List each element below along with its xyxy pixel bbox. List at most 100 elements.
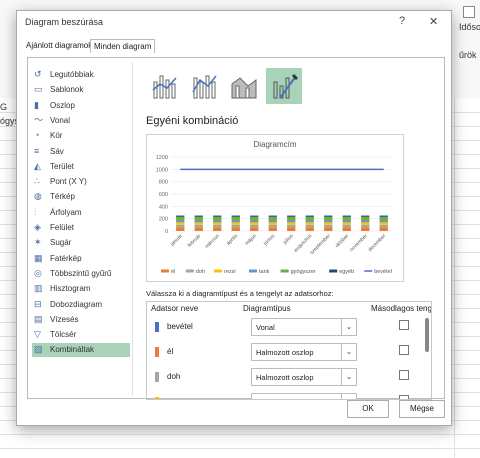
chart-type-item[interactable]: ◎ Többszintű gyűrű xyxy=(32,267,130,281)
boxplot-chart-icon: ⊟ xyxy=(34,298,42,309)
bar-segment xyxy=(268,224,277,228)
chart-type-item[interactable]: ◭ Terület xyxy=(32,160,130,174)
close-button[interactable]: ✕ xyxy=(429,15,438,28)
secondary-axis-checkbox[interactable] xyxy=(399,370,409,380)
secondary-axis-checkbox[interactable] xyxy=(399,320,409,330)
bar-segment xyxy=(361,220,370,223)
legend-marker xyxy=(185,269,194,273)
x-tick-label: november xyxy=(349,233,369,253)
chart-type-item[interactable]: ∴ Pont (X Y) xyxy=(32,175,130,189)
ribbon-timeline-label[interactable]: Idősor xyxy=(459,22,480,32)
y-tick-label: 1200 xyxy=(156,155,168,161)
legend-marker xyxy=(280,269,289,273)
x-tick-label: március xyxy=(204,233,221,250)
ok-button[interactable]: OK xyxy=(347,400,389,418)
chevron-down-icon[interactable]: ⌄ xyxy=(341,369,356,385)
chart-type-dropdown[interactable]: Halmozott oszlop ⌄ xyxy=(251,368,357,386)
bar-segment xyxy=(324,227,333,231)
chart-type-item[interactable]: ▽ Tölcsér xyxy=(32,328,130,342)
column-chart-icon: ▮ xyxy=(34,99,39,110)
area-column-icon xyxy=(231,77,257,99)
chart-type-item[interactable]: ◈ Felület xyxy=(32,221,130,235)
chart-type-label: Vízesés xyxy=(50,314,79,324)
chart-type-item[interactable]: ▮ Oszlop xyxy=(32,99,130,113)
bar-segment xyxy=(231,215,240,217)
pie-chart-icon: ◔ xyxy=(34,130,40,141)
dialog-title: Diagram beszúrása xyxy=(25,17,104,27)
bar-segment xyxy=(194,227,203,231)
chart-type-dropdown[interactable]: Vonal ⌄ xyxy=(251,318,357,336)
chart-type-dropdown[interactable]: Halmozott oszlop ⌄ xyxy=(251,343,357,361)
treemap-chart-icon: ▦ xyxy=(34,252,43,263)
series-table: Adatsor neve Diagramtípus Másodlagos ten… xyxy=(146,301,432,400)
bar-segment xyxy=(361,227,370,231)
chart-type-item[interactable]: ⊟ Dobozdiagram xyxy=(32,298,130,312)
surface-chart-icon: ◈ xyxy=(34,222,41,232)
tab-all-charts[interactable]: Minden diagram xyxy=(90,39,156,53)
bar-segment xyxy=(361,216,370,221)
chart-type-item[interactable]: ↺ Legutóbbiak xyxy=(32,68,130,82)
timeline-icon[interactable] xyxy=(463,6,475,18)
radar-chart-icon: ✶ xyxy=(34,237,42,248)
legend-label: egyéb xyxy=(339,269,354,275)
chevron-down-icon[interactable]: ⌄ xyxy=(341,344,356,360)
chart-type-label: Fatérkép xyxy=(50,253,82,263)
chart-type-label: Legutóbbiak xyxy=(50,70,94,79)
x-tick-label: október xyxy=(334,233,350,249)
legend-label: rezsi xyxy=(224,269,236,275)
recent-icon: ↺ xyxy=(34,69,42,79)
legend-label: bevétel xyxy=(374,269,392,275)
subtype-custom-combo[interactable] xyxy=(266,68,302,104)
help-button[interactable]: ? xyxy=(399,15,405,27)
chart-type-dropdown[interactable]: ⌄ xyxy=(251,393,357,399)
series-name: doh xyxy=(167,372,181,381)
bar-segment xyxy=(176,220,185,223)
x-tick-label: január xyxy=(169,233,184,248)
bar-segment xyxy=(268,222,277,225)
ribbon-filters-label: űrök xyxy=(459,50,477,60)
bar-segment xyxy=(194,215,203,217)
dropdown-value: Vonal xyxy=(256,323,275,332)
header-series-name: Adatsor neve xyxy=(151,304,199,313)
cancel-button[interactable]: Mégse xyxy=(399,400,445,418)
chart-type-item[interactable]: ▨ Kombináltak xyxy=(32,343,130,358)
chart-type-item[interactable]: ◍ Térkép xyxy=(32,190,130,204)
chart-type-item[interactable]: ✶ Sugár xyxy=(32,236,130,250)
chart-type-item[interactable]: ▥ Hisztogram xyxy=(32,282,130,296)
legend-label: él xyxy=(171,269,175,275)
chart-type-item[interactable]: ▦ Fatérkép xyxy=(32,252,130,266)
tab-recommended[interactable]: Ajánlott diagramok xyxy=(23,39,95,52)
x-tick-label: szeptember xyxy=(309,233,332,256)
scatter-chart-icon: ∴ xyxy=(34,176,40,187)
bar-segment xyxy=(324,220,333,223)
chart-type-item[interactable]: ◔ Kör xyxy=(32,129,130,143)
chart-type-item[interactable]: ▤ Vízesés xyxy=(32,313,130,327)
bar-segment xyxy=(342,220,351,223)
bar-segment xyxy=(194,216,203,221)
bar-segment xyxy=(342,215,351,217)
bar-segment xyxy=(231,227,240,231)
secondary-axis-checkbox[interactable] xyxy=(399,345,409,355)
chart-type-item[interactable]: 〜 Vonal xyxy=(32,114,130,128)
chart-type-item[interactable]: ▭ Sablonok xyxy=(32,83,130,97)
chevron-down-icon[interactable]: ⌄ xyxy=(341,319,356,335)
x-tick-label: április xyxy=(226,233,240,247)
chart-type-label: Többszintű gyűrű xyxy=(50,268,112,278)
bar-segment xyxy=(342,224,351,228)
bar-segment xyxy=(250,227,259,231)
chart-type-item[interactable]: ⫶ Árfolyam xyxy=(32,206,130,220)
chart-type-label: Térkép xyxy=(50,192,75,202)
section-title: Egyéni kombináció xyxy=(146,115,239,127)
subtype-column-line-secondary[interactable] xyxy=(186,68,222,104)
series-assign-label: Válassza ki a diagramtípust és a tengely… xyxy=(146,289,334,298)
dialog-titlebar[interactable]: Diagram beszúrása ? ✕ xyxy=(17,11,451,33)
chart-type-label: Árfolyam xyxy=(50,207,82,217)
series-color-swatch xyxy=(155,322,159,332)
chart-type-item[interactable]: ≡ Sáv xyxy=(32,145,130,159)
bar-segment xyxy=(231,224,240,228)
bar-segment xyxy=(361,224,370,228)
bar-segment xyxy=(194,220,203,223)
table-scrollbar[interactable] xyxy=(425,318,429,352)
subtype-clustered-column-line[interactable] xyxy=(146,68,182,104)
subtype-area-column[interactable] xyxy=(226,68,262,104)
